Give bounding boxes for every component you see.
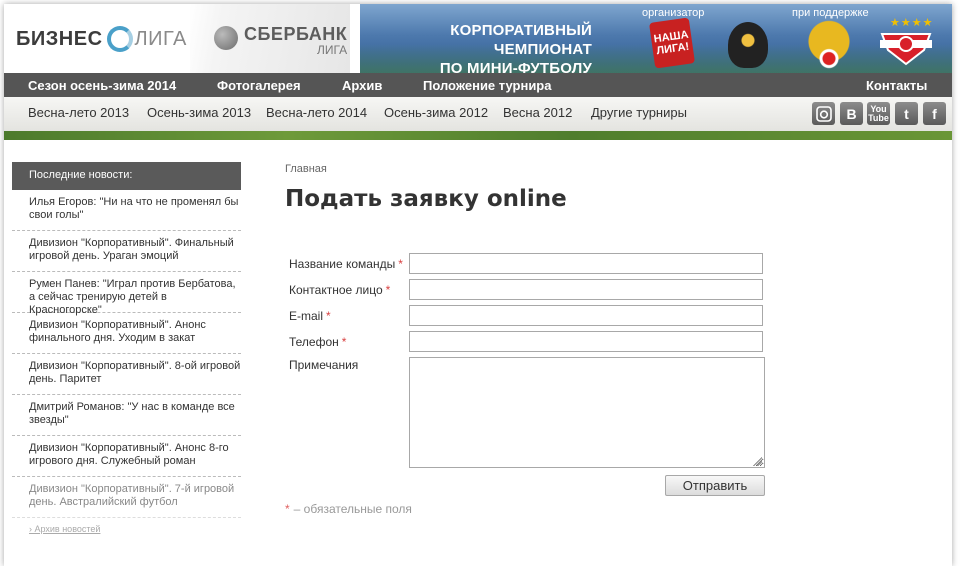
required-fields-note: * – обязательные поля [285,502,412,516]
sponsor-sub: ЛИГА [316,43,348,57]
email-input[interactable] [409,305,763,326]
banner-title-line2: ПО МИНИ-ФУТБОЛУ [439,60,592,73]
notes-label: Примечания [289,358,359,372]
youtube-icon[interactable]: You Tube [867,102,890,125]
logo-word-liga: ЛИГА [134,27,187,50]
contact-person-label-text: Контактное лицо [289,283,383,297]
nav-archive[interactable]: Архив [342,78,382,93]
facebook-icon[interactable]: f [923,102,946,125]
nav-tournament-rules[interactable]: Положение турнира [423,78,551,93]
nav-autumn-winter-2012[interactable]: Осень-зима 2012 [384,105,488,120]
required-mark: * [285,502,290,516]
banner-title-line1: КОРПОРАТИВНЫЙ ЧЕМПИОНАТ [450,22,592,58]
phone-label: Телефон * [289,335,346,349]
required-mark: * [341,335,347,349]
primary-nav: Сезон осень-зима 2014 Фотогалерея Архив … [4,73,952,97]
submit-button[interactable]: Отправить [665,475,765,496]
instagram-icon[interactable] [812,102,835,125]
organizer-label: организатор [642,7,705,19]
email-label: E-mail * [289,309,331,323]
contact-person-label: Контактное лицо * [289,283,390,297]
required-fields-note-text: – обязательные поля [293,502,412,516]
rfu-emblem-icon[interactable] [806,18,852,70]
required-mark: * [398,257,403,271]
nav-other-tournaments[interactable]: Другие турниры [591,105,687,120]
sberbank-mark-icon [214,26,238,50]
nav-spring-summer-2013[interactable]: Весна-лето 2013 [28,105,129,120]
nav-autumn-winter-2013[interactable]: Осень-зима 2013 [147,105,251,120]
logo-ring-icon [106,26,133,52]
news-item[interactable]: Дивизион "Корпоративный". Анонс 8-го игр… [12,436,241,477]
twitter-icon[interactable]: t [895,102,918,125]
news-archive-label: Архив новостей [34,524,101,534]
page-frame: БИЗНЕС ЛИГА СБЕРБАНК ЛИГА КОРПОРАТИВНЫЙ … [4,4,952,566]
page-title: Подать заявку online [285,186,567,212]
required-mark: * [385,283,391,297]
required-mark: * [326,309,331,323]
notes-textarea[interactable] [409,357,765,468]
vk-icon[interactable]: B [840,102,863,125]
team-name-label: Название команды * [289,257,403,271]
federation-emblem-icon[interactable] [728,22,768,68]
championship-banner: КОРПОРАТИВНЫЙ ЧЕМПИОНАТ ПО МИНИ-ФУТБОЛУ … [360,4,952,73]
news-sidebar-title: Последние новости: [12,162,241,190]
news-item[interactable]: Илья Егоров: "Ни на что не променял бы с… [12,190,241,231]
resize-grip-icon[interactable] [752,456,762,466]
biznes-liga-logo[interactable]: БИЗНЕС ЛИГА [16,24,187,54]
phone-label-text: Телефон [289,335,339,349]
contact-person-input[interactable] [409,279,763,300]
nav-season-autumn-winter-2014[interactable]: Сезон осень-зима 2014 [28,78,176,93]
site-header: БИЗНЕС ЛИГА СБЕРБАНК ЛИГА КОРПОРАТИВНЫЙ … [4,4,952,73]
nav-spring-2012[interactable]: Весна 2012 [503,105,572,120]
nasha-liga-logo[interactable]: НАША ЛИГА! [648,17,696,69]
news-item[interactable]: Дивизион "Корпоративный". Финальный игро… [12,231,241,272]
news-item[interactable]: Дмитрий Романов: "У нас в команде все зв… [12,395,241,436]
breadcrumb[interactable]: Главная [285,163,327,175]
news-item[interactable]: Дивизион "Корпоративный". 7-й игровой де… [12,477,241,518]
news-archive-link[interactable]: › Архив новостей [12,518,241,534]
news-item[interactable]: Дивизион "Корпоративный". Анонс финально… [12,313,241,354]
spartak-emblem-icon[interactable] [876,20,936,68]
news-sidebar: Последние новости: Илья Егоров: "Ни на ч… [12,162,241,534]
secondary-nav: Весна-лето 2013 Осень-зима 2013 Весна-ле… [4,97,952,131]
logo-word-biznes: БИЗНЕС [16,27,103,50]
team-name-label-text: Название команды [289,257,396,271]
news-item[interactable]: Дивизион "Корпоративный". 8-ой игровой д… [12,354,241,395]
sberbank-liga-logo[interactable]: СБЕРБАНК ЛИГА [190,4,350,73]
phone-input[interactable] [409,331,763,352]
news-item[interactable]: Румен Панев: "Играл против Бербатова, а … [12,272,241,316]
nav-spring-summer-2014[interactable]: Весна-лето 2014 [266,105,367,120]
sponsor-name: СБЕРБАНК [244,24,348,44]
nav-contacts[interactable]: Контакты [866,78,927,93]
grass-strip [4,131,952,140]
team-name-input[interactable] [409,253,763,274]
email-label-text: E-mail [289,309,324,323]
banner-title: КОРПОРАТИВНЫЙ ЧЕМПИОНАТ ПО МИНИ-ФУТБОЛУ [366,21,592,73]
nav-photogallery[interactable]: Фотогалерея [217,78,301,93]
